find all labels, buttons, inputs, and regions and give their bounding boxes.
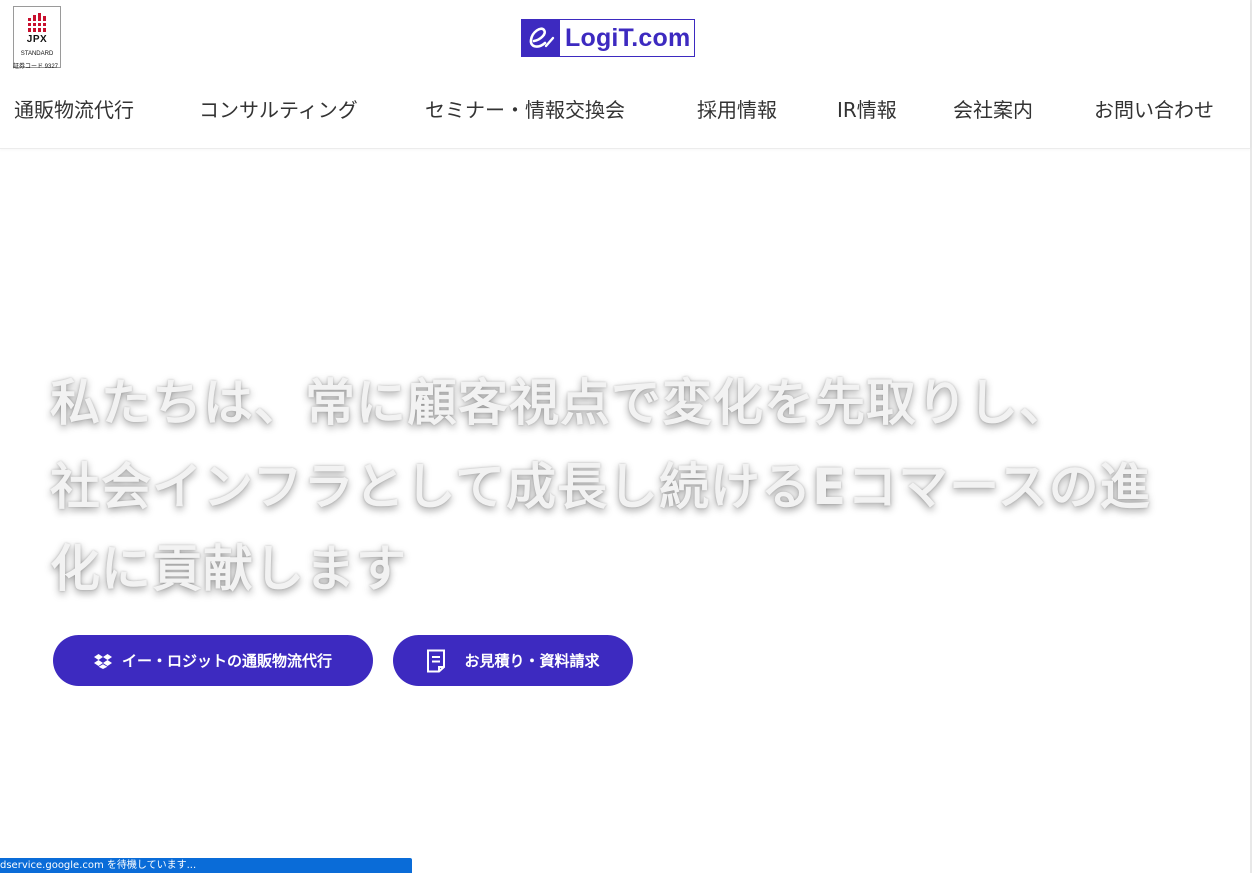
main-nav: 通販物流代行 コンサルティング セミナー・情報交換会 採用情報 IR情報 会社案… — [0, 88, 1250, 128]
jpx-standard-badge: JPX STANDARD — [13, 6, 61, 68]
quote-request-button-label: お見積り・資料請求 — [464, 652, 600, 670]
quote-request-button[interactable]: お見積り・資料請求 — [393, 635, 633, 686]
site-header: JPX STANDARD 証券コード 9327 LogiT.com 通販物流代行… — [0, 0, 1250, 149]
hero-headline-line-1: 私たちは、常に顧客視点で変化を先取りし、 — [50, 374, 1070, 432]
nav-item-consulting[interactable]: コンサルティング — [199, 94, 358, 123]
e-script-icon — [522, 20, 560, 56]
fulfillment-service-button[interactable]: イー・ロジットの通販物流代行 — [53, 635, 373, 686]
nav-item-company[interactable]: 会社案内 — [953, 94, 1033, 123]
jpx-standard-label: STANDARD — [20, 51, 54, 57]
nav-item-fulfillment[interactable]: 通販物流代行 — [14, 94, 134, 123]
nav-item-contact[interactable]: お問い合わせ — [1094, 94, 1214, 123]
fulfillment-service-button-label: イー・ロジットの通販物流代行 — [121, 652, 332, 670]
site-logo[interactable]: LogiT.com — [521, 19, 696, 57]
logo-text: LogiT.com — [560, 20, 695, 56]
nav-item-recruit[interactable]: 採用情報 — [697, 94, 777, 123]
hero-headline-line-2: 社会インフラとして成長し続けるEコマースの進 — [50, 458, 1151, 516]
dropbox-icon — [93, 653, 112, 669]
securities-code: 証券コード 9327 — [13, 64, 59, 70]
document-icon — [426, 649, 446, 673]
nav-item-ir[interactable]: IR情報 — [837, 94, 897, 123]
jpx-label: JPX — [26, 34, 48, 45]
nav-item-seminar[interactable]: セミナー・情報交換会 — [425, 94, 625, 123]
hero-headline-line-3: 化に貢献します — [50, 540, 407, 598]
browser-status-bar: dservice.google.com を待機しています... — [0, 858, 412, 873]
